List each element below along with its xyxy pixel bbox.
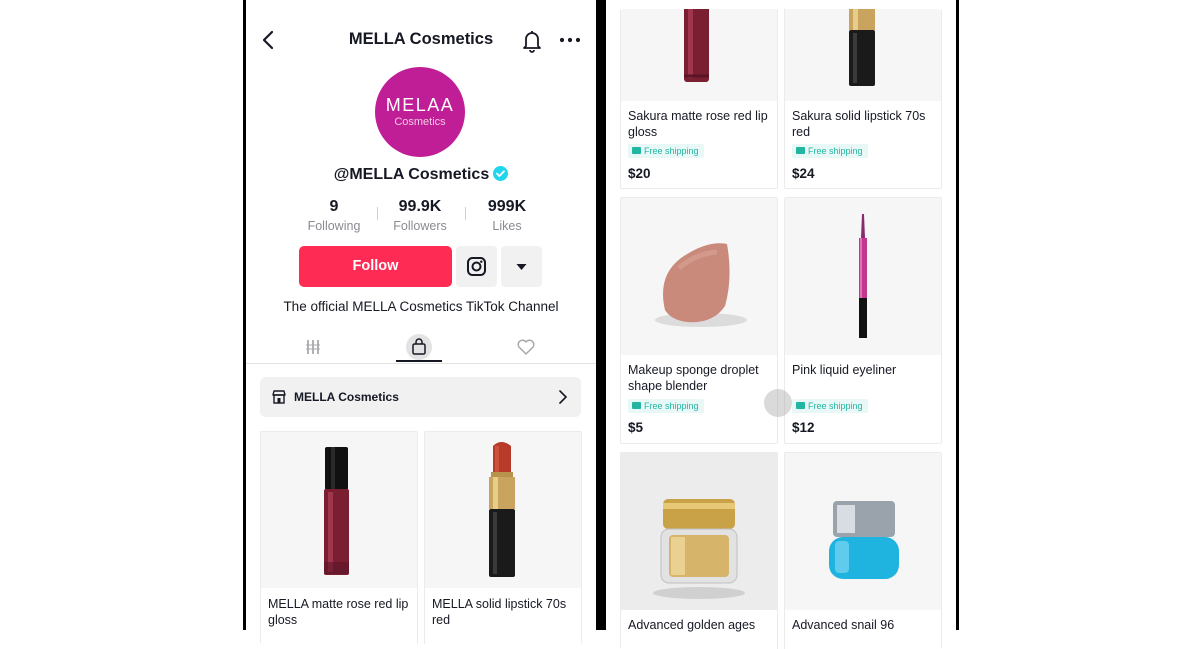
stat-label: Following [307, 219, 361, 233]
free-shipping-badge: Free shipping [792, 399, 868, 413]
product-card[interactable]: Advanced golden ages [620, 452, 778, 649]
truck-icon [632, 147, 641, 154]
product-image [261, 432, 417, 588]
product-name: MELLA solid lipstick 70s red [432, 597, 567, 627]
stat-value: 9 [329, 198, 339, 215]
product-name: MELLA matte rose red lip gloss [268, 597, 409, 627]
chevron-right-icon [559, 390, 568, 404]
truck-icon [632, 402, 641, 409]
tab-videos[interactable] [293, 334, 333, 360]
free-shipping-badge: Free shipping [628, 144, 704, 158]
product-card[interactable]: Pink liquid eyeliner Free shipping $12 [784, 197, 942, 444]
product-card[interactable]: Advanced snail 96 [784, 452, 942, 649]
product-image [621, 198, 777, 355]
page-title: MELLA Cosmetics [348, 30, 494, 48]
shopping-bag-icon [406, 334, 432, 360]
heart-icon [517, 339, 535, 355]
avatar[interactable]: MELAA Cosmetics [375, 67, 465, 157]
truck-icon [796, 402, 805, 409]
product-price: $5 [628, 420, 644, 435]
touch-indicator [764, 389, 792, 417]
lip-gloss-image [684, 9, 709, 82]
product-name: Sakura solid lipstick 70s red [792, 109, 926, 139]
avatar-logo-line1: MELAA [385, 95, 455, 115]
active-tab-indicator [396, 360, 442, 362]
lipstick-image [489, 442, 515, 577]
instagram-button[interactable] [456, 246, 497, 287]
more-options-icon[interactable] [559, 30, 581, 50]
free-shipping-badge: Free shipping [792, 144, 868, 158]
product-price: $12 [792, 420, 815, 435]
profile-bio: The official MELLA Cosmetics TikTok Chan… [283, 299, 559, 314]
product-image [785, 9, 941, 101]
product-image [425, 432, 581, 588]
shipping-label: Free shipping [808, 401, 863, 411]
handle-text: @MELLA Cosmetics [333, 166, 490, 183]
stat-label: Followers [393, 219, 447, 233]
stat-divider [465, 207, 466, 220]
free-shipping-badge: Free shipping [628, 399, 704, 413]
blue-jar-image [829, 501, 899, 579]
verified-badge-icon [493, 166, 509, 181]
stat-value: 99.9K [398, 198, 442, 215]
stat-followers[interactable]: 99.9K Followers [380, 198, 460, 233]
makeup-sponge-image [655, 243, 747, 327]
product-card[interactable]: Makeup sponge droplet shape blender Free… [620, 197, 778, 444]
product-image [621, 453, 777, 610]
product-image [621, 9, 777, 101]
lipstick-image [849, 9, 875, 86]
stat-label: Likes [492, 219, 522, 233]
shop-link-bar[interactable]: MELLA Cosmetics [260, 377, 581, 417]
stat-following[interactable]: 9 Following [294, 198, 374, 233]
stat-likes[interactable]: 999K Likes [467, 198, 547, 233]
product-price: $24 [792, 166, 815, 181]
golden-jar-image [653, 499, 745, 599]
product-name: Makeup sponge droplet shape blender [628, 363, 759, 393]
bell-icon[interactable] [521, 29, 543, 53]
product-image [785, 453, 941, 610]
profile-header: MELLA Cosmetics [246, 4, 596, 74]
follow-button[interactable]: Follow [299, 246, 452, 287]
product-card[interactable]: Sakura solid lipstick 70s red Free shipp… [784, 9, 942, 189]
profile-handle: @MELLA Cosmetics [246, 166, 596, 184]
shipping-label: Free shipping [644, 401, 699, 411]
product-name: Advanced snail 96 [792, 618, 895, 632]
center-frame-bar [596, 0, 606, 630]
instagram-icon [467, 257, 486, 276]
lip-gloss-image [324, 447, 349, 575]
product-card[interactable]: Sakura matte rose red lip gloss Free shi… [620, 9, 778, 189]
shop-grid-screen: Sakura matte rose red lip gloss Free shi… [606, 9, 956, 649]
eyeliner-image [859, 214, 867, 338]
tab-liked[interactable] [506, 334, 546, 360]
shop-bar-label: MELLA Cosmetics [294, 390, 399, 404]
avatar-logo-line2: Cosmetics [394, 116, 446, 128]
grid-lines-icon [306, 340, 320, 354]
product-card[interactable]: MELLA solid lipstick 70s red [424, 431, 582, 644]
product-name: Advanced golden ages [628, 618, 756, 632]
caret-down-icon [516, 264, 527, 270]
right-frame-bar [956, 0, 959, 630]
product-name: Pink liquid eyeliner [792, 363, 897, 377]
tabs-divider [246, 363, 596, 364]
product-card[interactable]: MELLA matte rose red lip gloss [260, 431, 418, 644]
stat-value: 999K [487, 198, 527, 215]
dropdown-button[interactable] [501, 246, 542, 287]
shipping-label: Free shipping [808, 146, 863, 156]
stat-divider [377, 207, 378, 220]
truck-icon [796, 147, 805, 154]
shipping-label: Free shipping [644, 146, 699, 156]
storefront-icon [272, 390, 286, 404]
product-name: Sakura matte rose red lip gloss [628, 109, 768, 139]
product-image [785, 198, 941, 355]
tab-shop[interactable] [399, 334, 439, 360]
profile-screen: MELLA Cosmetics MELAA Cosmetics @MELLA C… [246, 4, 596, 644]
product-price: $20 [628, 166, 651, 181]
